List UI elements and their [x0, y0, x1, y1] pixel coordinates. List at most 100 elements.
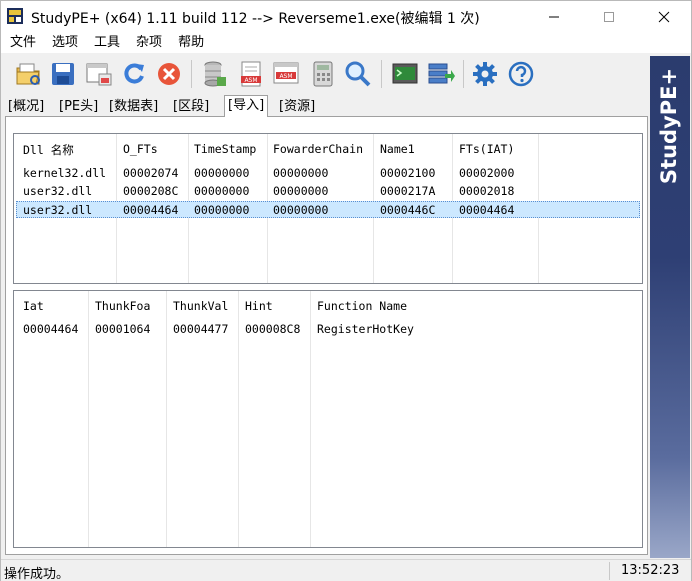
- cell-forwarder-chain: 00000000: [273, 166, 329, 180]
- status-separator: [609, 562, 610, 580]
- cell-iat: 00004464: [23, 322, 79, 336]
- asm-document-button[interactable]: ASM: [235, 58, 267, 90]
- table-row[interactable]: 00004464 00001064 00004477 000008C8 Regi…: [16, 321, 640, 338]
- toolbar-separator: [463, 60, 464, 88]
- menu-options[interactable]: 选项: [43, 33, 85, 53]
- cell-dll-name: user32.dll: [23, 203, 93, 217]
- title-bar: StudyPE+ (x64) 1.11 build 112 --> Revers…: [1, 1, 691, 33]
- tab-imports[interactable]: [导入]: [224, 95, 269, 117]
- column-header-forwarder-chain[interactable]: FowarderChain: [273, 142, 363, 156]
- cell-dll-name: kernel32.dll: [23, 166, 107, 180]
- terminal-button[interactable]: [389, 58, 421, 90]
- column-header-timestamp[interactable]: TimeStamp: [194, 142, 256, 156]
- column-header-name1[interactable]: Name1: [380, 142, 415, 156]
- tab-overview[interactable]: [概况]: [7, 97, 45, 116]
- search-button[interactable]: [342, 58, 374, 90]
- cell-fts-iat: 00002000: [459, 166, 515, 180]
- open-file-button[interactable]: [13, 58, 45, 90]
- table-row[interactable]: user32.dll 0000208C 00000000 00000000 00…: [16, 183, 640, 200]
- export-stack-icon: [428, 63, 455, 84]
- cell-name1: 0000446C: [380, 203, 436, 217]
- cell-timestamp: 00000000: [194, 203, 250, 217]
- column-header-thunk-val[interactable]: ThunkVal: [173, 299, 228, 313]
- table-row-selected[interactable]: user32.dll 00004464 00000000 00000000 00…: [16, 201, 640, 218]
- database-button[interactable]: [199, 58, 231, 90]
- menu-tools[interactable]: 工具: [85, 33, 127, 53]
- save-disk-icon: [52, 63, 74, 85]
- toolbar: ASM ASM: [1, 54, 649, 94]
- refresh-icon: [124, 63, 144, 84]
- tab-sections[interactable]: [区段]: [172, 97, 210, 116]
- svg-text:StudyPE+: StudyPE+: [657, 68, 681, 184]
- column-header-hint[interactable]: Hint: [245, 299, 273, 313]
- cell-forwarder-chain: 00000000: [273, 184, 329, 198]
- open-folder-icon: [16, 63, 40, 85]
- cell-o-fts: 00002074: [123, 166, 179, 180]
- cell-dll-name: user32.dll: [23, 184, 93, 198]
- calculator-icon: [313, 61, 333, 87]
- column-header-thunk-foa[interactable]: ThunkFoa: [95, 299, 150, 313]
- cell-hint: 000008C8: [245, 322, 301, 336]
- imported-functions-table[interactable]: Iat ThunkFoa ThunkVal Hint Function Name…: [13, 290, 643, 548]
- status-bar: 操作成功。 13:52:23: [1, 559, 691, 581]
- maximize-icon: [604, 12, 614, 22]
- svg-text:ASM: ASM: [244, 77, 257, 84]
- cell-thunk-val: 00004477: [173, 322, 229, 336]
- close-file-button[interactable]: [153, 58, 185, 90]
- menu-bar: 文件 选项 工具 杂项 帮助: [1, 33, 691, 53]
- cell-timestamp: 00000000: [194, 166, 250, 180]
- help-button[interactable]: [505, 58, 537, 90]
- app-window: StudyPE+ (x64) 1.11 build 112 --> Revers…: [0, 0, 692, 581]
- column-header-function-name[interactable]: Function Name: [317, 299, 407, 313]
- toolbar-separator: [381, 60, 382, 88]
- svg-text:ASM: ASM: [279, 73, 292, 80]
- tab-resources[interactable]: [资源]: [278, 97, 316, 116]
- menu-misc[interactable]: 杂项: [127, 33, 169, 53]
- asm-window-button[interactable]: ASM: [270, 58, 302, 90]
- column-header-iat[interactable]: Iat: [23, 299, 44, 313]
- help-icon: [508, 61, 534, 87]
- minimize-button[interactable]: [531, 1, 577, 33]
- toolbar-separator: [191, 60, 192, 88]
- cell-fts-iat: 00004464: [459, 203, 515, 217]
- studype-logo: StudyPE+: [657, 68, 681, 184]
- column-header-dll-name[interactable]: Dll 名称: [23, 142, 74, 158]
- cell-name1: 00002100: [380, 166, 436, 180]
- terminal-icon: [392, 63, 418, 84]
- settings-button[interactable]: [469, 58, 501, 90]
- database-icon: [204, 61, 226, 87]
- dll-import-table[interactable]: Dll 名称 O_FTs TimeStamp FowarderChain Nam…: [13, 133, 643, 284]
- cell-o-fts: 00004464: [123, 203, 179, 217]
- close-circle-icon: [158, 63, 180, 85]
- minimize-icon: [549, 16, 559, 18]
- cell-forwarder-chain: 00000000: [273, 203, 329, 217]
- view-window-button[interactable]: [83, 58, 115, 90]
- maximize-button[interactable]: [586, 1, 632, 33]
- close-icon: [658, 11, 670, 23]
- gear-icon: [473, 62, 497, 86]
- studype-side-banner: StudyPE+: [650, 56, 690, 558]
- tab-pe-header[interactable]: [PE头]: [58, 97, 99, 116]
- menu-help[interactable]: 帮助: [169, 33, 211, 53]
- close-button[interactable]: [641, 1, 687, 33]
- column-header-o-fts[interactable]: O_FTs: [123, 142, 158, 156]
- window-view-icon: [86, 63, 112, 86]
- column-header-fts-iat[interactable]: FTs(IAT): [459, 142, 514, 156]
- save-button[interactable]: [47, 58, 79, 90]
- export-button[interactable]: [425, 58, 457, 90]
- menu-file[interactable]: 文件: [1, 33, 43, 53]
- refresh-button[interactable]: [118, 58, 150, 90]
- cell-o-fts: 0000208C: [123, 184, 179, 198]
- cell-fts-iat: 00002018: [459, 184, 515, 198]
- cell-thunk-foa: 00001064: [95, 322, 151, 336]
- calculator-button[interactable]: [307, 58, 339, 90]
- studype-app-icon: [7, 8, 23, 24]
- asm-window-icon: ASM: [273, 62, 299, 84]
- table-row[interactable]: kernel32.dll 00002074 00000000 00000000 …: [16, 165, 640, 182]
- asm-document-icon: ASM: [241, 61, 261, 87]
- status-message: 操作成功。: [4, 567, 70, 581]
- search-magnifier-icon: [345, 61, 371, 87]
- cell-function-name: RegisterHotKey: [317, 322, 414, 336]
- status-clock: 13:52:23: [621, 563, 680, 578]
- tab-data-tables[interactable]: [数据表]: [108, 97, 159, 116]
